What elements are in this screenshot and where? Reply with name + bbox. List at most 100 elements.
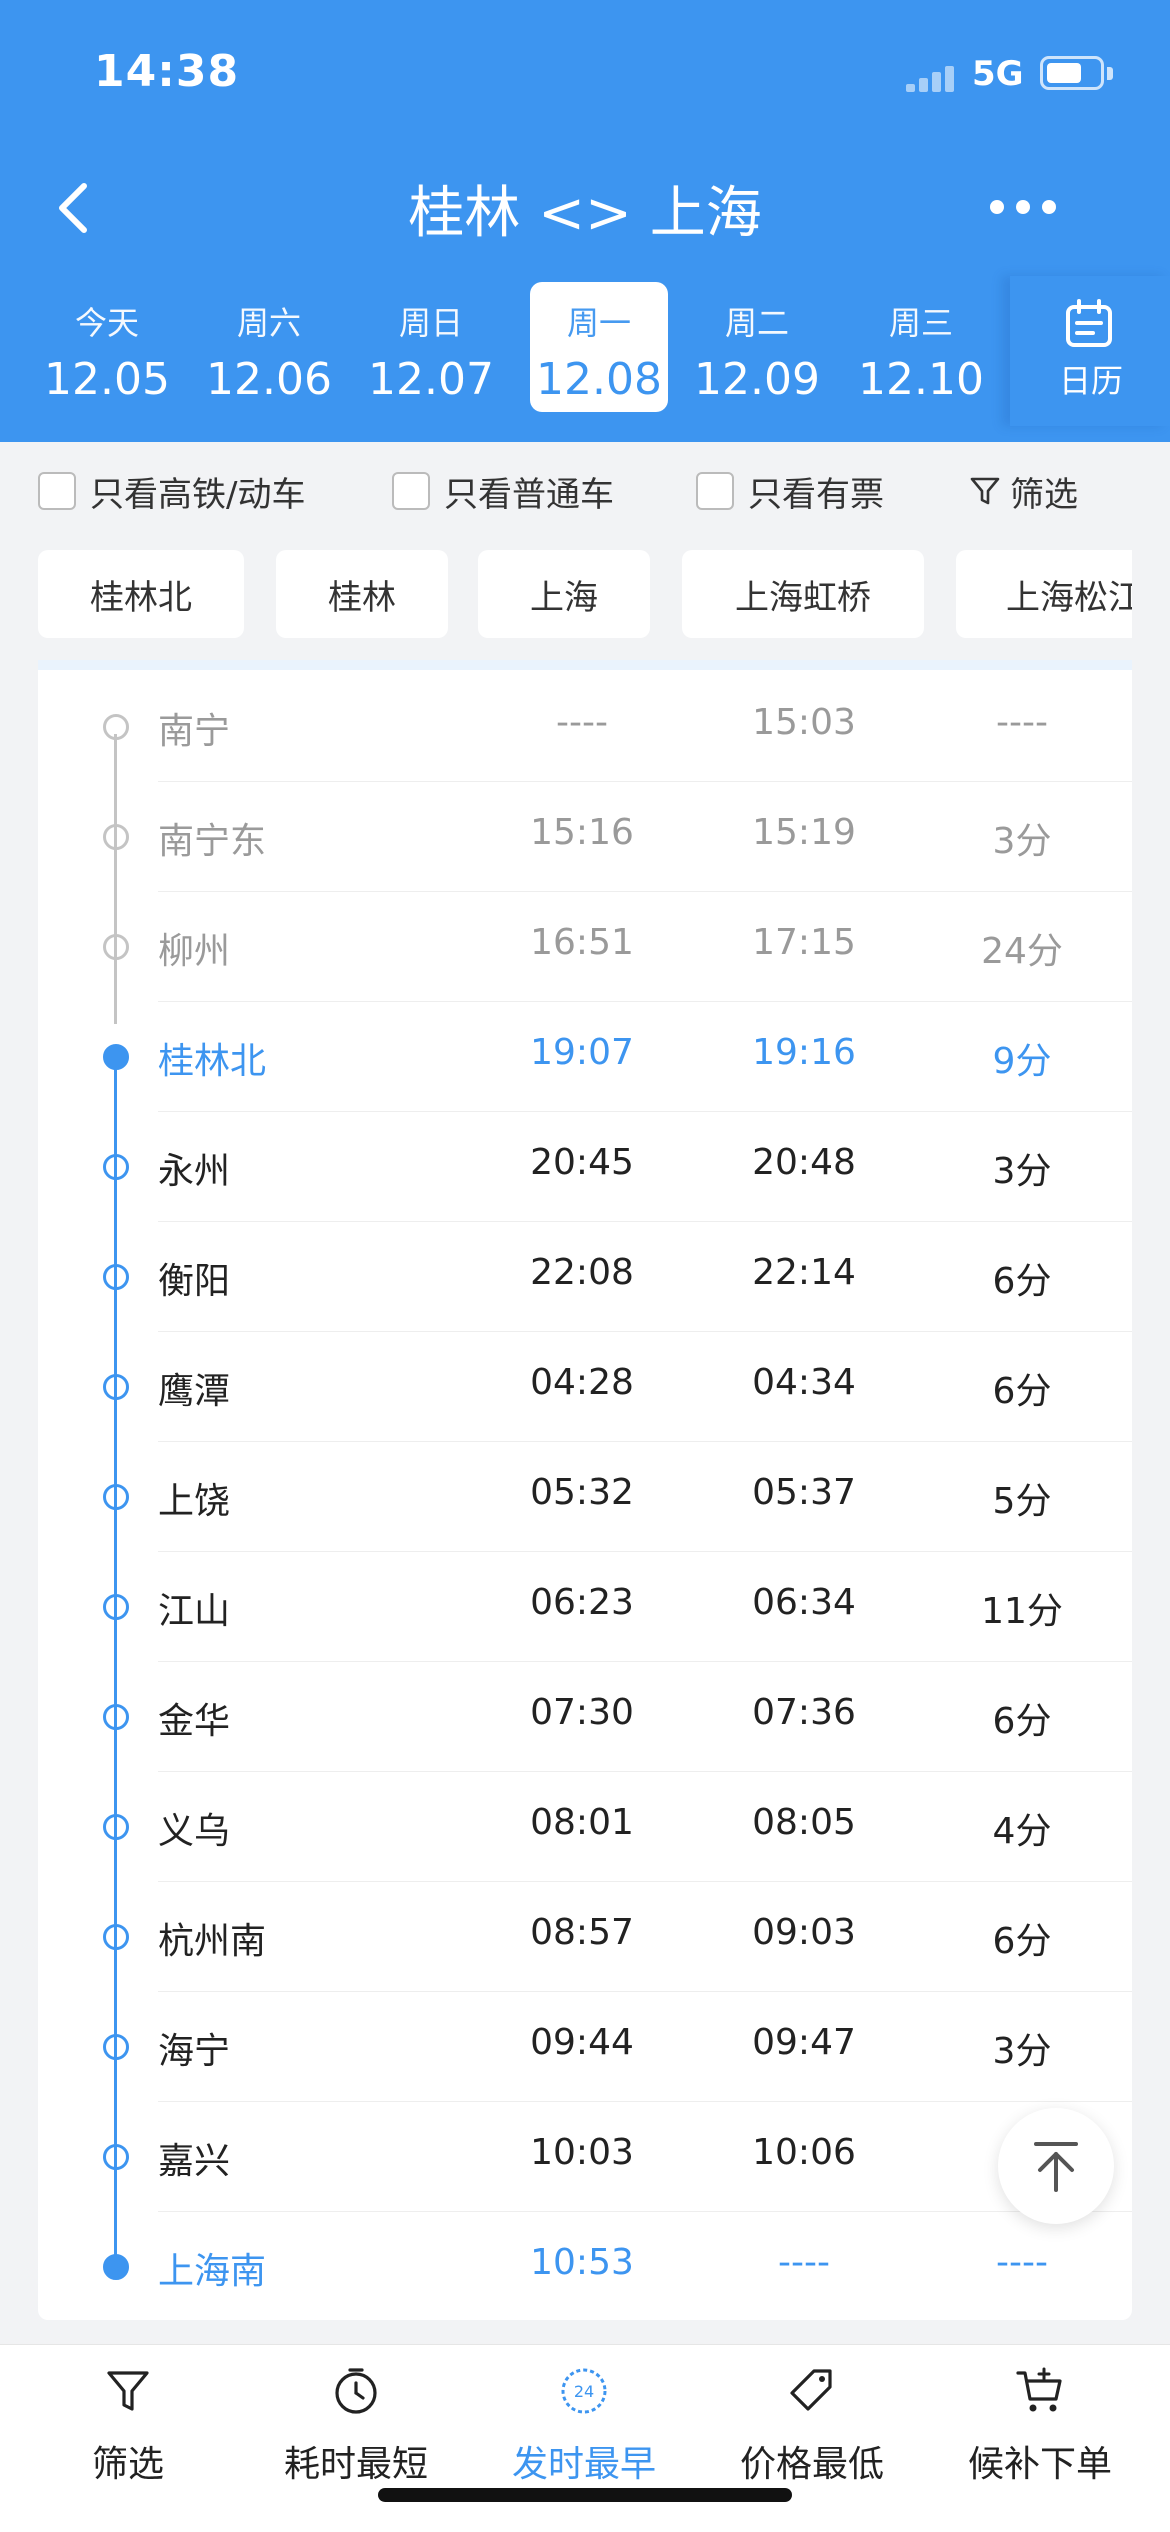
tab-waitlist-order[interactable]: 候补下单	[930, 2365, 1150, 2495]
clock-badge: 24	[574, 2382, 594, 2401]
nav-bar: 桂林 <> 上海	[0, 150, 1170, 270]
signal-icon	[906, 62, 958, 92]
cart-icon	[1016, 2367, 1062, 2412]
tab-shortest-duration[interactable]: 耗时最短	[246, 2365, 466, 2495]
arrive-time: ----	[556, 702, 608, 743]
station-chip[interactable]: 上海	[478, 550, 650, 638]
filter-button-label: 筛选	[1010, 474, 1078, 515]
calendar-icon	[1066, 299, 1112, 347]
filter-label: 只看有票	[748, 474, 884, 515]
stop-row: 上饶 05:32 05:37 5分	[38, 1442, 1132, 1552]
arrive-time: 08:01	[530, 1802, 634, 1843]
stay-duration: 6分	[992, 1921, 1052, 1962]
tab-label: 筛选	[91, 2444, 164, 2485]
tab-label: 耗时最短	[283, 2444, 428, 2485]
tab-earliest-departure[interactable]: 24 发时最早	[474, 2365, 694, 2495]
depart-time: 15:19	[752, 812, 856, 853]
stop-row: 海宁 09:44 09:47 3分	[38, 1992, 1132, 2102]
back-to-top-button[interactable]	[998, 2108, 1114, 2224]
timetable-card: 南宁 ---- 15:03 ---- 南宁东 15:16 15:19 3分 柳州 16:51 17:…	[38, 660, 1132, 2320]
station-chip[interactable]: 桂林北	[38, 550, 244, 638]
more-icon[interactable]	[990, 196, 1060, 220]
arrive-time: 05:32	[530, 1472, 634, 1513]
filter-available[interactable]: 只看有票	[696, 468, 884, 515]
stop-name: 鹰潭	[158, 1371, 231, 1412]
tab-label: 价格最低	[739, 2444, 884, 2485]
home-indicator	[378, 2488, 792, 2502]
stay-duration: 3分	[992, 821, 1052, 862]
date-value: 12.06	[206, 354, 332, 405]
station-chip[interactable]: 桂林	[276, 550, 448, 638]
depart-time: 17:15	[752, 922, 856, 963]
arrive-time: 04:28	[530, 1362, 634, 1403]
date-value: 12.10	[858, 354, 984, 405]
depart-time: 09:47	[752, 2022, 856, 2063]
stop-row: 南宁 ---- 15:03 ----	[38, 672, 1132, 782]
stay-duration: 4分	[992, 1811, 1052, 1852]
date-tab-1[interactable]: 周六 12.06	[200, 282, 338, 412]
stop-row: 金华 07:30 07:36 6分	[38, 1662, 1132, 1772]
filter-button[interactable]: 筛选	[968, 468, 1078, 515]
date-selector: 今天 12.05 周六 12.06 周日 12.07 周一 12.08 周二 1…	[0, 276, 1170, 426]
arrive-time: 22:08	[530, 1252, 634, 1293]
tab-lowest-price[interactable]: 价格最低	[702, 2365, 922, 2495]
stop-name: 海宁	[158, 2031, 231, 2072]
card-top-strip	[38, 660, 1132, 670]
date-tab-4[interactable]: 周二 12.09	[688, 282, 826, 412]
stay-duration: 24分	[981, 931, 1063, 972]
date-tab-5[interactable]: 周三 12.10	[852, 282, 990, 412]
filter-normal-train[interactable]: 只看普通车	[392, 468, 614, 515]
depart-time: 06:34	[752, 1582, 856, 1623]
date-tab-3-selected[interactable]: 周一 12.08	[530, 282, 668, 412]
tab-label: 候补下单	[967, 2444, 1112, 2485]
date-value: 12.05	[44, 354, 170, 405]
route-line-upcoming	[114, 1052, 117, 2264]
stay-duration: 3分	[992, 2031, 1052, 2072]
stop-name: 金华	[158, 1701, 231, 1742]
filter-high-speed[interactable]: 只看高铁/动车	[38, 468, 306, 515]
depart-time: 08:05	[752, 1802, 856, 1843]
station-chip[interactable]: 上海松江	[956, 550, 1132, 638]
stop-row: 衡阳 22:08 22:14 6分	[38, 1222, 1132, 1332]
date-weekday: 周一	[566, 304, 631, 342]
date-weekday: 周六	[236, 304, 301, 342]
header: 14:38 5G 桂林 <> 上海 今天 12.05 周六 12.06 周日 1…	[0, 0, 1170, 442]
stop-row: 上海南 10:53 ---- ----	[38, 2212, 1132, 2322]
date-value: 12.07	[368, 354, 494, 405]
stop-row: 江山 06:23 06:34 11分	[38, 1552, 1132, 1662]
filter-row: 只看高铁/动车 只看普通车 只看有票 筛选	[0, 442, 1170, 538]
station-chips: 桂林北 桂林 上海 上海虹桥 上海松江	[0, 540, 1132, 652]
battery-icon	[1040, 56, 1104, 90]
checkbox[interactable]	[38, 472, 76, 510]
tab-filter[interactable]: 筛选	[18, 2365, 238, 2495]
arrive-time: 07:30	[530, 1692, 634, 1733]
depart-time: 04:34	[752, 1362, 856, 1403]
checkbox[interactable]	[392, 472, 430, 510]
station-chip[interactable]: 上海虹桥	[682, 550, 924, 638]
stay-duration: ----	[996, 2242, 1048, 2283]
stop-row: 杭州南 08:57 09:03 6分	[38, 1882, 1132, 1992]
date-tab-0[interactable]: 今天 12.05	[38, 282, 176, 412]
stop-name: 上饶	[158, 1481, 231, 1522]
arrive-time: 16:51	[530, 922, 634, 963]
checkbox[interactable]	[696, 472, 734, 510]
depart-time: 05:37	[752, 1472, 856, 1513]
date-tab-2[interactable]: 周日 12.07	[362, 282, 500, 412]
stop-name: 衡阳	[158, 1261, 231, 1302]
stop-name: 南宁东	[158, 821, 267, 862]
funnel-icon	[970, 477, 1000, 505]
stay-duration: 11分	[981, 1591, 1063, 1632]
stop-row: 永州 20:45 20:48 3分	[38, 1112, 1132, 1222]
stop-name: 杭州南	[158, 1921, 267, 1962]
stop-name: 桂林北	[158, 1041, 267, 1082]
stop-name: 永州	[158, 1151, 231, 1192]
calendar-button[interactable]: 日历	[1010, 276, 1170, 426]
battery-tip	[1107, 67, 1113, 80]
arrive-time: 19:07	[530, 1032, 634, 1073]
bottom-tab-bar: 筛选 耗时最短 24 发时最早 价格最低 候补下单	[0, 2344, 1170, 2532]
status-bar: 14:38 5G	[0, 0, 1170, 150]
stop-row: 嘉兴 10:03 10:06	[38, 2102, 1132, 2212]
filter-label: 只看高铁/动车	[90, 474, 306, 515]
stop-name: 上海南	[158, 2251, 267, 2292]
stay-duration: 6分	[992, 1701, 1052, 1742]
